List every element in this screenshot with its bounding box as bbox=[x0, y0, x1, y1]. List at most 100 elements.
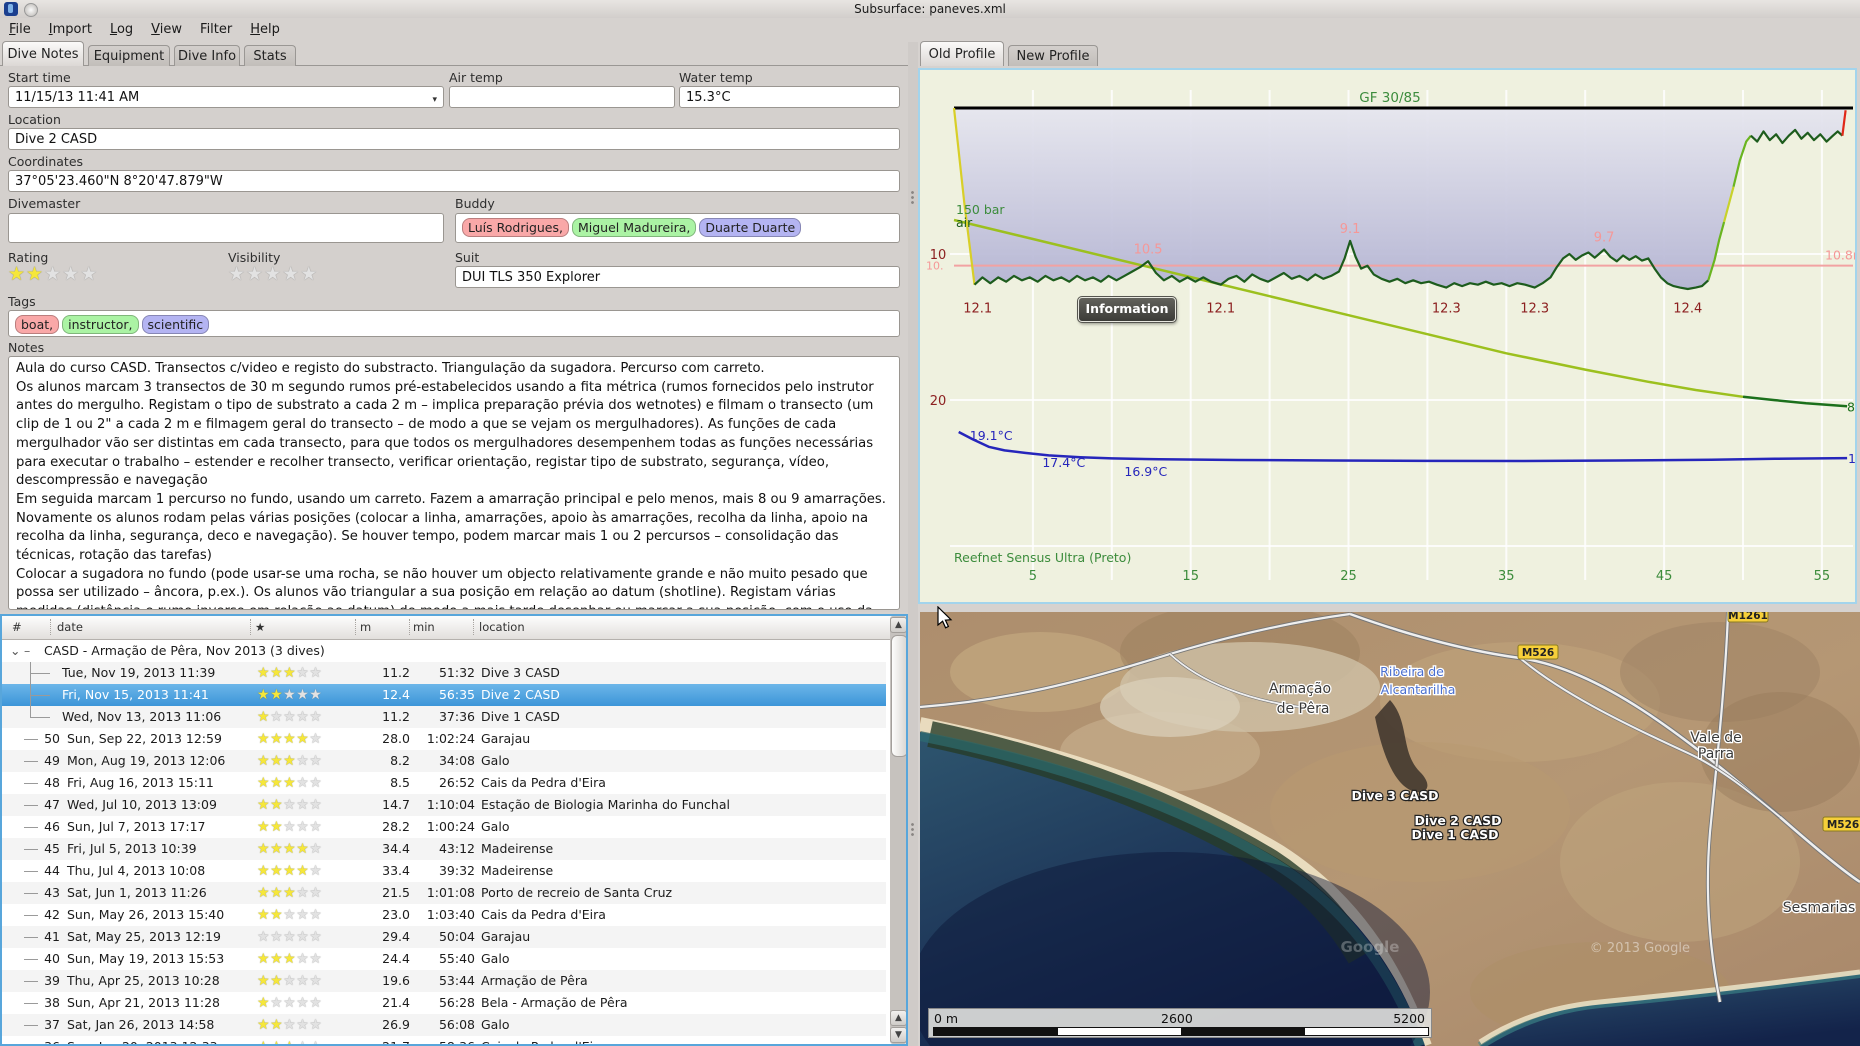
vertical-splitter[interactable] bbox=[908, 42, 918, 1046]
notes-field[interactable]: Aula do curso CASD. Transectos c/video e… bbox=[8, 356, 900, 610]
dive-row-45[interactable]: 45 Fri, Jul 5, 2013 10:39 ★★★★★ 34.4 43:12 Ma… bbox=[2, 838, 886, 860]
rating-stars[interactable]: ★★★★★ bbox=[8, 263, 98, 285]
dive-row-46[interactable]: 46 Sun, Jul 7, 2013 17:17 ★★★★★ 28.2 1:00:24… bbox=[2, 816, 886, 838]
tab-old-profile[interactable]: Old Profile bbox=[920, 41, 1004, 66]
pill-scientific[interactable]: scientific bbox=[141, 315, 210, 334]
menu-import[interactable]: Import bbox=[40, 19, 101, 40]
dive-list-header[interactable]: # date ★ m min location bbox=[2, 616, 906, 640]
column-header-depth[interactable]: m bbox=[360, 620, 371, 634]
star-empty-icon: ★ bbox=[300, 263, 319, 285]
dive-row-38[interactable]: 38 Sun, Apr 21, 2013 11:28 ★★★★★ 21.4 56:28 B… bbox=[2, 992, 886, 1014]
menu-view[interactable]: View bbox=[142, 19, 191, 40]
scroll-down-button[interactable]: ▼ bbox=[890, 1027, 906, 1043]
star-empty-icon: ★ bbox=[309, 907, 323, 923]
water-temp-field[interactable]: 15.3°C bbox=[679, 86, 900, 108]
dive-location: Dive 2 CASD bbox=[481, 687, 560, 702]
trip-group-row[interactable]: ⌄ – CASD - Armação de Pêra, Nov 2013 (3 di… bbox=[2, 640, 886, 662]
scroll-up-button-2[interactable]: ▲ bbox=[890, 1010, 906, 1026]
dive-rating: ★★★★★ bbox=[257, 1039, 322, 1044]
svg-text:12.3: 12.3 bbox=[1520, 302, 1549, 317]
dive-row-42[interactable]: 42 Sun, May 26, 2013 15:40 ★★★★★ 23.0 1:03:4… bbox=[2, 904, 886, 926]
svg-text:M526: M526 bbox=[1827, 819, 1859, 831]
pill-miguelmadureira[interactable]: Miguel Madureira, bbox=[571, 218, 697, 237]
column-header-stars[interactable]: ★ bbox=[255, 620, 265, 634]
tab-new-profile[interactable]: New Profile bbox=[1008, 45, 1098, 66]
column-separator[interactable] bbox=[355, 619, 356, 635]
map-label-armação: Armação bbox=[1269, 681, 1331, 697]
dive-depth: 14.7 bbox=[382, 797, 410, 812]
menu-help[interactable]: Help bbox=[241, 19, 289, 40]
buddy-field[interactable]: Luís Rodrigues, Miguel Madureira, Duarte D… bbox=[455, 213, 900, 243]
scroll-up-button[interactable]: ▲ bbox=[890, 617, 906, 633]
column-separator[interactable] bbox=[473, 619, 474, 635]
dive-row-40[interactable]: 40 Sun, May 19, 2013 15:53 ★★★★★ 24.4 55:40 G… bbox=[2, 948, 886, 970]
information-button[interactable]: Information bbox=[1077, 296, 1177, 323]
start-time-combo[interactable]: 11/15/13 11:41 AM ▾ bbox=[8, 86, 444, 108]
dive-row-37[interactable]: 37 Sat, Jan 26, 2013 14:58 ★★★★★ 26.9 56:08 G… bbox=[2, 1014, 886, 1036]
mouse-cursor bbox=[937, 606, 953, 629]
pill-instructor[interactable]: instructor, bbox=[62, 315, 139, 334]
tab-dive-info[interactable]: Dive Info bbox=[174, 45, 240, 66]
svg-text:80: 80 bbox=[1847, 400, 1855, 415]
star-filled-icon: ★ bbox=[270, 885, 284, 901]
menu-log[interactable]: Log bbox=[101, 19, 142, 40]
star-empty-icon: ★ bbox=[296, 687, 310, 703]
column-header-num[interactable]: # bbox=[12, 620, 22, 634]
pill-luísrodrigues[interactable]: Luís Rodrigues, bbox=[462, 218, 569, 237]
star-empty-icon: ★ bbox=[309, 753, 323, 769]
profile-area bbox=[954, 108, 1846, 289]
visibility-stars[interactable]: ★★★★★ bbox=[228, 263, 318, 285]
collapse-chevron-icon[interactable]: ⌄ bbox=[10, 643, 20, 658]
column-header-date[interactable]: date bbox=[57, 620, 83, 634]
column-header-location[interactable]: location bbox=[479, 620, 525, 634]
pill-duarteduarte[interactable]: Duarte Duarte bbox=[699, 218, 802, 237]
svg-text:15: 15 bbox=[1182, 569, 1199, 584]
dive-location-map[interactable]: Google © 2013 Google Armação de Pêra Ribeira… bbox=[920, 612, 1860, 1046]
dive-row-50[interactable]: 50 Sun, Sep 22, 2013 12:59 ★★★★★ 28.0 1:02:2… bbox=[2, 728, 886, 750]
dive-row-36[interactable]: 36Sun, Jan 20, 2013 12:33★★★★★21.758:36C… bbox=[2, 1036, 886, 1044]
splitter-grip-icon bbox=[911, 190, 914, 204]
dive-row-47[interactable]: 47 Wed, Jul 10, 2013 13:09 ★★★★★ 14.7 1:10:0… bbox=[2, 794, 886, 816]
column-separator[interactable] bbox=[50, 619, 51, 635]
location-field[interactable]: Dive 2 CASD bbox=[8, 128, 900, 150]
svg-text:10.: 10. bbox=[926, 260, 944, 273]
dive-row-41[interactable]: 41 Sat, May 25, 2013 12:19 ★★★★★ 29.4 50:04 G… bbox=[2, 926, 886, 948]
dive-row-dive-3-casd[interactable]: Tue, Nov 19, 2013 11:39 ★★★★★ 11.2 51:32 Div… bbox=[2, 662, 886, 684]
svg-text:35: 35 bbox=[1498, 569, 1515, 584]
svg-text:16.9°C: 16.9°C bbox=[1124, 464, 1167, 479]
dive-rating: ★★★★★ bbox=[257, 709, 322, 725]
menu-file[interactable]: File bbox=[0, 19, 40, 40]
scale-max: 5200 bbox=[1393, 1011, 1425, 1026]
star-filled-icon: ★ bbox=[257, 709, 271, 725]
tab-dive-notes[interactable]: Dive Notes bbox=[2, 41, 84, 66]
column-header-duration[interactable]: min bbox=[413, 620, 435, 634]
tab-stats[interactable]: Stats bbox=[244, 45, 296, 66]
tree-branch bbox=[30, 673, 50, 674]
dive-row-dive-2-casd[interactable]: Fri, Nov 15, 2013 11:41 ★★★★★ 12.4 56:35 Div… bbox=[2, 684, 886, 706]
dive-row-48[interactable]: 48 Fri, Aug 16, 2013 15:11 ★★★★★ 8.5 26:52 Ca… bbox=[2, 772, 886, 794]
star-filled-icon: ★ bbox=[270, 841, 284, 857]
pill-boat[interactable]: boat, bbox=[15, 315, 60, 334]
dive-row-dive-1-casd[interactable]: Wed, Nov 13, 2013 11:06 ★★★★★ 11.2 37:36 Div… bbox=[2, 706, 886, 728]
dive-location: Garajau bbox=[481, 731, 531, 746]
dive-row-44[interactable]: 44 Thu, Jul 4, 2013 10:08 ★★★★★ 33.4 39:32 Ma… bbox=[2, 860, 886, 882]
tab-equipment[interactable]: Equipment bbox=[88, 45, 170, 66]
coordinates-field[interactable]: 37°05'23.460"N 8°20'47.879"W bbox=[8, 170, 900, 192]
dive-row-49[interactable]: 49 Mon, Aug 19, 2013 12:06 ★★★★★ 8.2 34:08 Ga… bbox=[2, 750, 886, 772]
tags-field[interactable]: boat, instructor, scientific bbox=[8, 310, 900, 337]
dive-row-43[interactable]: 43 Sat, Jun 1, 2013 11:26 ★★★★★ 21.5 1:01:08… bbox=[2, 882, 886, 904]
star-filled-icon: ★ bbox=[296, 731, 310, 747]
star-filled-icon: ★ bbox=[257, 951, 271, 967]
dive-depth: 21.7 bbox=[360, 1039, 410, 1044]
air-temp-field[interactable] bbox=[449, 86, 675, 108]
dive-row-39[interactable]: 39 Thu, Apr 25, 2013 10:28 ★★★★★ 19.6 53:44 A… bbox=[2, 970, 886, 992]
dive-duration: 56:35 bbox=[438, 687, 475, 702]
star-empty-icon: ★ bbox=[309, 819, 323, 835]
dive-rating: ★★★★★ bbox=[257, 863, 322, 879]
dive-list-scrollbar-thumb[interactable] bbox=[891, 635, 906, 757]
divemaster-field[interactable] bbox=[8, 213, 444, 243]
column-separator[interactable] bbox=[250, 619, 251, 635]
menu-filter[interactable]: Filter bbox=[191, 19, 241, 40]
column-separator[interactable] bbox=[409, 619, 410, 635]
suit-field[interactable]: DUI TLS 350 Explorer bbox=[455, 266, 900, 288]
